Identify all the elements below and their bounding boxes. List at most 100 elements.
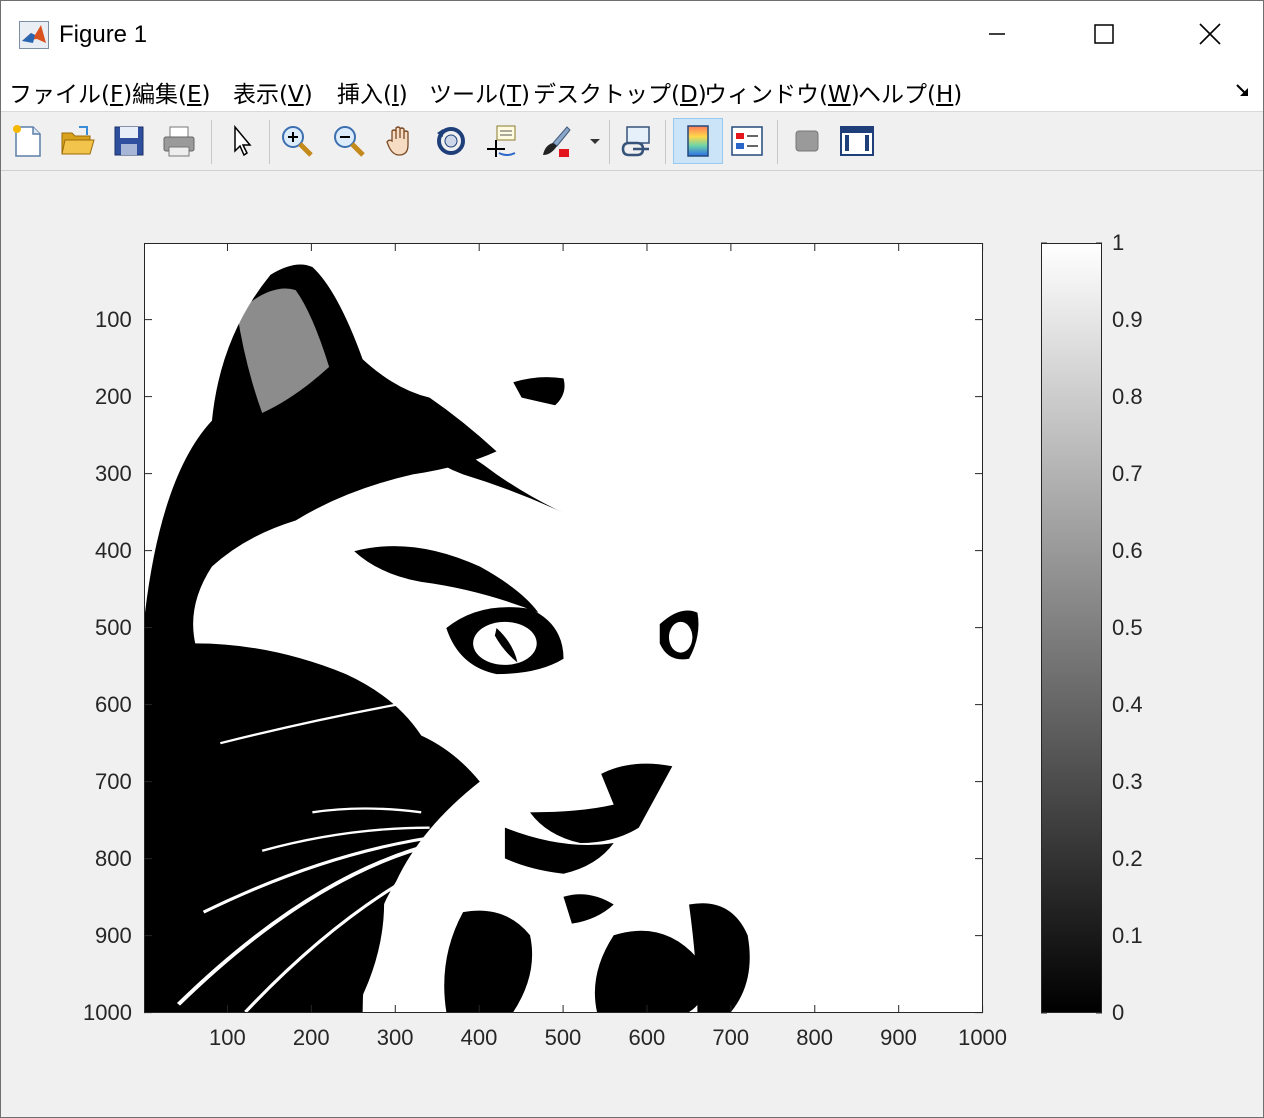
open-file-button[interactable] bbox=[57, 121, 97, 161]
menu-tools[interactable]: ツール(T) bbox=[429, 75, 530, 109]
data-cursor-button[interactable] bbox=[481, 121, 521, 161]
hide-plot-tools-button[interactable] bbox=[787, 121, 827, 161]
y-tick-label: 700 bbox=[95, 768, 132, 794]
open-file-icon bbox=[61, 126, 95, 155]
menu-file-label: ファイル( bbox=[9, 82, 110, 108]
menu-view-label: 表示( bbox=[233, 82, 288, 108]
rotate-3d-icon bbox=[437, 127, 465, 155]
legend-icon bbox=[731, 126, 763, 156]
menu-help-label: ヘルプ( bbox=[858, 82, 936, 108]
menu-view-tail: ) bbox=[303, 82, 313, 108]
edit-plot-button[interactable] bbox=[221, 121, 261, 161]
zoom-out-button[interactable] bbox=[329, 121, 369, 161]
colorbar-tick-label: 0.3 bbox=[1112, 769, 1143, 794]
brush-button[interactable] bbox=[535, 121, 575, 161]
colorbar-tick-label: 0.9 bbox=[1112, 307, 1143, 332]
toolbar-separator bbox=[609, 120, 610, 164]
x-tick-label: 1000 bbox=[958, 1025, 1008, 1050]
menu-file[interactable]: ファイル(F) bbox=[9, 75, 132, 109]
binary-cat-image bbox=[145, 244, 982, 1012]
print-button[interactable] bbox=[159, 121, 199, 161]
colorbar-button[interactable] bbox=[673, 118, 723, 164]
colorbar-tick-label: 0.2 bbox=[1112, 846, 1143, 871]
hide-plot-tools-icon bbox=[795, 130, 819, 152]
link-plot-button[interactable] bbox=[617, 121, 657, 161]
y-tick-label: 200 bbox=[95, 383, 132, 409]
axes[interactable] bbox=[144, 243, 983, 1013]
y-tick-label: 600 bbox=[95, 691, 132, 717]
y-tick-label: 100 bbox=[95, 306, 132, 332]
brush-icon bbox=[543, 126, 571, 157]
show-plot-tools-icon bbox=[840, 126, 874, 156]
y-tick-label: 500 bbox=[95, 614, 132, 640]
minimize-button[interactable] bbox=[981, 19, 1011, 49]
pan-button[interactable] bbox=[381, 121, 421, 161]
menu-window[interactable]: ウィンドウ(W) bbox=[704, 75, 860, 109]
menu-window-label: ウィンドウ( bbox=[704, 82, 828, 108]
colorbar-tick-label: 0.4 bbox=[1112, 692, 1143, 717]
legend-button[interactable] bbox=[727, 121, 767, 161]
close-icon bbox=[1199, 23, 1221, 45]
y-tick-label: 800 bbox=[95, 845, 132, 871]
menu-view-accel: V bbox=[287, 82, 304, 108]
x-tick-label: 400 bbox=[460, 1025, 498, 1050]
toolbar-separator bbox=[269, 120, 270, 164]
menu-edit[interactable]: 編集(E) bbox=[132, 75, 211, 109]
menu-edit-accel: E bbox=[186, 82, 202, 108]
minimize-icon bbox=[989, 33, 1005, 35]
menu-insert-accel: I bbox=[391, 82, 399, 108]
data-cursor-icon bbox=[487, 125, 516, 157]
menu-file-accel: F bbox=[109, 82, 124, 108]
zoom-in-button[interactable] bbox=[277, 121, 317, 161]
save-button[interactable] bbox=[109, 121, 149, 161]
title-bar[interactable]: Figure 1 bbox=[1, 1, 1263, 69]
matlab-logo-icon bbox=[19, 21, 49, 49]
menu-tools-label: ツール( bbox=[429, 82, 507, 108]
zoom-out-icon bbox=[334, 126, 365, 157]
new-figure-button[interactable] bbox=[7, 121, 47, 161]
x-tick-label: 300 bbox=[376, 1025, 414, 1050]
menu-tools-accel: T bbox=[506, 82, 522, 108]
menu-insert-tail: ) bbox=[398, 82, 408, 108]
figure-toolbar bbox=[1, 111, 1263, 171]
menu-desktop[interactable]: デスクトップ(D) bbox=[533, 75, 707, 109]
toolbar-separator bbox=[665, 120, 666, 164]
new-figure-icon bbox=[13, 125, 41, 157]
colorbar-icon bbox=[687, 125, 709, 157]
menu-help-tail: ) bbox=[953, 82, 963, 108]
menu-help-accel: H bbox=[935, 82, 954, 108]
maximize-button[interactable] bbox=[1089, 19, 1119, 49]
brush-dropdown-icon bbox=[590, 139, 600, 144]
figure-window: Figure 1 ファイル(F) 編集(E) 表示(V) 挿入(I) ツール(T… bbox=[0, 0, 1264, 1118]
save-icon bbox=[114, 126, 144, 156]
print-icon bbox=[163, 126, 195, 157]
menu-view[interactable]: 表示(V) bbox=[233, 75, 313, 109]
colorbar-tick-label: 0.8 bbox=[1112, 384, 1143, 409]
zoom-in-icon bbox=[282, 126, 313, 157]
close-button[interactable] bbox=[1195, 19, 1225, 49]
menu-help[interactable]: ヘルプ(H) bbox=[858, 75, 962, 109]
show-plot-tools-button[interactable] bbox=[837, 121, 877, 161]
menu-insert-label: 挿入( bbox=[337, 82, 392, 108]
x-tick-label: 500 bbox=[544, 1025, 582, 1050]
menu-tools-tail: ) bbox=[521, 82, 531, 108]
y-tick-label: 400 bbox=[95, 537, 132, 563]
colorbar[interactable] bbox=[1041, 243, 1102, 1013]
link-plot-icon bbox=[621, 126, 650, 157]
colorbar-tick-label: 1 bbox=[1112, 230, 1125, 255]
rotate-3d-button[interactable] bbox=[431, 121, 471, 161]
toolbar-separator bbox=[211, 120, 212, 164]
brush-dropdown-button[interactable] bbox=[585, 121, 605, 161]
x-tick-label: 600 bbox=[628, 1025, 666, 1050]
x-tick-label: 200 bbox=[292, 1025, 330, 1050]
colorbar-tick-label: 0.5 bbox=[1112, 615, 1143, 640]
colorbar-tick-label: 0.7 bbox=[1112, 461, 1143, 486]
colorbar-tick-label: 0 bbox=[1112, 1000, 1125, 1025]
menu-insert[interactable]: 挿入(I) bbox=[337, 75, 408, 109]
dock-figure-icon[interactable] bbox=[1235, 83, 1253, 99]
menu-edit-label: 編集( bbox=[132, 82, 187, 108]
pointer-icon bbox=[234, 124, 252, 157]
maximize-icon bbox=[1094, 24, 1114, 44]
toolbar-separator bbox=[777, 120, 778, 164]
x-tick-label: 700 bbox=[712, 1025, 750, 1050]
